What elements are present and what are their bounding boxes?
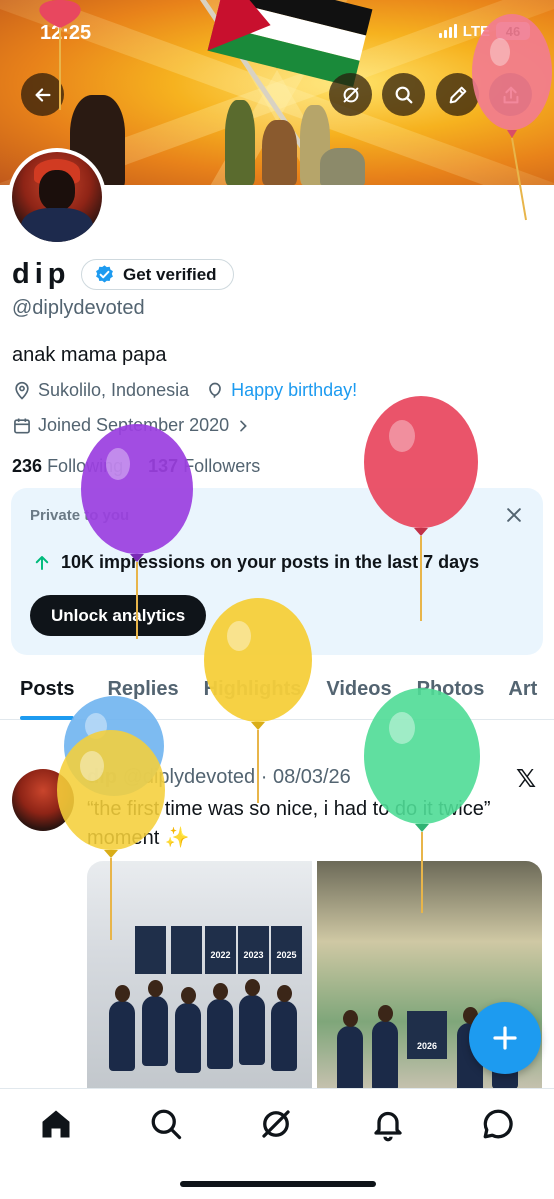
tab-videos[interactable]: Videos: [326, 668, 391, 719]
status-indicators: LTE 46: [438, 22, 530, 40]
network-label: LTE: [462, 22, 490, 40]
profile-avatar[interactable]: [8, 148, 106, 246]
joined-row[interactable]: Joined September 2020: [12, 415, 251, 436]
display-name: dip: [12, 258, 71, 290]
grok-icon[interactable]: [258, 1106, 294, 1142]
photo-banner-2026: 2026: [407, 1011, 447, 1059]
photo-banner: [171, 926, 202, 974]
analytics-card: Private to you 10K impressions on your p…: [11, 488, 543, 655]
get-verified-label: Get verified: [123, 264, 217, 284]
birthday-link[interactable]: Happy birthday!: [231, 380, 357, 401]
post-handle: @diplydevoted: [122, 766, 256, 788]
photo-banner-2025: 2025: [271, 926, 302, 974]
tab-highlights[interactable]: Highlights: [204, 668, 302, 719]
compose-post-button[interactable]: [469, 1002, 541, 1074]
followers-link[interactable]: 137 Followers: [148, 456, 260, 476]
impressions-text: 10K impressions on your posts in the las…: [61, 552, 480, 572]
chevron-right-icon: [240, 420, 247, 431]
tab-art[interactable]: Art: [508, 668, 537, 719]
search-icon: [395, 86, 412, 103]
notifications-bell-icon[interactable]: [370, 1106, 406, 1142]
edit-profile-button[interactable]: [436, 73, 479, 116]
home-indicator: [180, 1181, 376, 1187]
post-author[interactable]: dip: [87, 766, 117, 788]
follow-stats: 236 Following 137 Followers: [12, 456, 260, 477]
following-label: Following: [47, 456, 124, 476]
location-pin-icon: [15, 381, 29, 400]
share-button[interactable]: [489, 73, 532, 116]
profile-tabs: Posts Replies Highlights Videos Photos A…: [0, 668, 554, 720]
search-icon[interactable]: [148, 1106, 184, 1142]
back-button[interactable]: [21, 73, 64, 116]
messages-icon[interactable]: [480, 1106, 516, 1142]
verified-badge-icon: [96, 265, 113, 283]
balloon-icon: [209, 382, 221, 398]
tab-photos[interactable]: Photos: [417, 668, 485, 719]
joined-date: Joined September 2020: [38, 415, 230, 435]
status-time: 12:25: [40, 22, 92, 44]
grok-icon: [343, 87, 358, 102]
signal-icon: [438, 24, 457, 38]
get-verified-button[interactable]: Get verified: [81, 259, 234, 290]
share-icon: [503, 86, 518, 103]
close-icon[interactable]: [504, 505, 524, 525]
post-header: dip @diplydevoted · 08/03/26: [87, 766, 351, 788]
search-button[interactable]: [382, 73, 425, 116]
x-logo-icon: 𝕏: [516, 765, 537, 793]
post-photo-1[interactable]: 2022 2023 2025: [87, 861, 312, 1091]
impressions-row: 10K impressions on your posts in the las…: [33, 552, 479, 573]
post-text: “the first time was so nice, i had to do…: [87, 798, 491, 849]
followers-label: Followers: [183, 456, 261, 476]
following-count: 236: [12, 456, 43, 476]
plus-icon: [493, 1026, 517, 1050]
edit-icon: [449, 86, 466, 103]
battery-icon: 46: [496, 22, 530, 40]
arrow-up-icon: [35, 555, 49, 570]
home-icon[interactable]: [38, 1106, 74, 1142]
followers-count: 137: [148, 456, 179, 476]
profile-meta-row: Sukolilo, Indonesia Happy birthday!: [12, 380, 357, 401]
photo-banner-2023: 2023: [238, 926, 269, 974]
tab-replies[interactable]: Replies: [107, 668, 178, 719]
following-link[interactable]: 236 Following: [12, 456, 123, 476]
profile-bio: anak mama papa: [12, 344, 167, 366]
post-avatar[interactable]: [12, 769, 74, 831]
post-date: 08/03/26: [272, 766, 351, 788]
unlock-analytics-button[interactable]: Unlock analytics: [30, 595, 207, 636]
private-label: Private to you: [30, 507, 130, 524]
calendar-icon: [14, 418, 30, 433]
grok-button[interactable]: [329, 73, 372, 116]
tab-posts[interactable]: Posts: [20, 668, 75, 720]
profile-handle: @diplydevoted: [12, 297, 145, 319]
photo-banner-2022: 2022: [205, 926, 236, 974]
back-arrow-icon: [34, 87, 51, 102]
photo-banner: [135, 926, 166, 974]
profile-location: Sukolilo, Indonesia: [38, 380, 190, 400]
